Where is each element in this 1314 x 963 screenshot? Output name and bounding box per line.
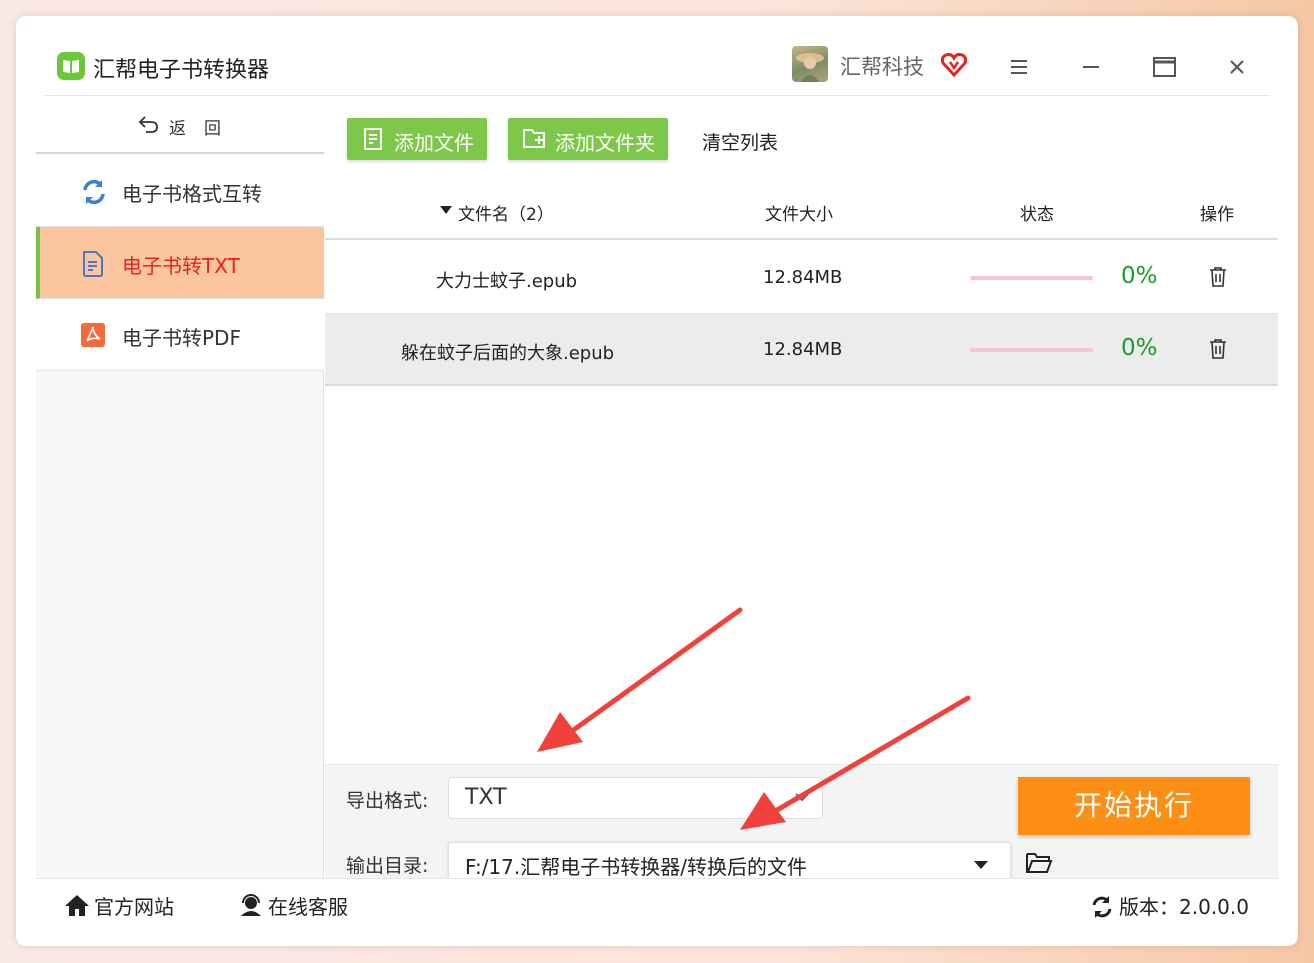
column-header-action: 操作 [1200, 205, 1234, 225]
sidebar: 返回 电子书格式互转 电子书转TXT 电子书转PDF [36, 96, 324, 878]
document-icon [83, 251, 103, 277]
sidebar-item-label: 电子书格式互转 [122, 182, 262, 206]
dropdown-caret-icon [974, 861, 988, 869]
title-bar: 汇帮电子书转换器 汇帮科技 [44, 16, 1270, 96]
progress-percent: 0% [1121, 263, 1158, 289]
file-name: 躲在蚊子后面的大象.epub [401, 343, 615, 364]
menu-icon[interactable] [1008, 56, 1032, 78]
close-icon[interactable] [1226, 56, 1250, 78]
maximize-icon[interactable] [1152, 56, 1176, 78]
main-panel: 添加文件 添加文件夹 清空列表 文件名（2） 文件大小 状态 操作 大力士蚊子.… [325, 96, 1278, 884]
update-refresh-icon[interactable] [1090, 895, 1114, 919]
back-button[interactable]: 返回 [36, 96, 324, 154]
user-avatar[interactable] [792, 46, 828, 82]
delete-icon[interactable] [1208, 266, 1228, 288]
folder-open-icon[interactable] [1025, 851, 1053, 875]
app-title: 汇帮电子书转换器 [93, 58, 270, 83]
sidebar-item-to-txt[interactable]: 电子书转TXT [36, 227, 324, 299]
delete-icon[interactable] [1208, 338, 1228, 360]
company-name: 汇帮科技 [840, 55, 924, 79]
add-file-button[interactable]: 添加文件 [347, 118, 487, 160]
minimize-icon[interactable] [1080, 56, 1104, 78]
output-settings: 导出格式: TXT 输出目录: F:/17.汇帮电子书转换器/转换后的文件 开始… [325, 764, 1278, 884]
add-folder-button[interactable]: 添加文件夹 [508, 118, 668, 160]
table-header: 文件名（2） 文件大小 状态 操作 [325, 194, 1278, 240]
progress-percent: 0% [1121, 335, 1158, 361]
format-value: TXT [465, 785, 507, 810]
progress-bar [970, 348, 1093, 352]
sidebar-item-to-pdf[interactable]: 电子书转PDF [36, 299, 324, 371]
sidebar-item-format-convert[interactable]: 电子书格式互转 [36, 155, 324, 227]
sort-down-icon[interactable] [440, 206, 452, 214]
file-size: 12.84MB [763, 267, 843, 288]
table-row[interactable]: 大力士蚊子.epub 12.84MB 0% [325, 242, 1278, 314]
add-folder-icon [523, 129, 545, 148]
pdf-icon [81, 323, 105, 347]
app-window: 汇帮电子书转换器 汇帮科技 返回 电子书格式互转 电子书转TXT 电子书转PDF… [16, 16, 1298, 946]
sidebar-item-label: 电子书转TXT [122, 254, 240, 278]
column-header-size: 文件大小 [765, 205, 833, 225]
sidebar-item-label: 电子书转PDF [122, 326, 241, 350]
chevron-down-icon [795, 793, 809, 802]
output-dir-label: 输出目录: [346, 855, 429, 877]
progress-bar [970, 276, 1093, 280]
start-button[interactable]: 开始执行 [1018, 777, 1250, 835]
table-row[interactable]: 躲在蚊子后面的大象.epub 12.84MB 0% [325, 314, 1278, 386]
home-icon [65, 895, 89, 916]
file-name: 大力士蚊子.epub [436, 271, 578, 292]
format-select[interactable]: TXT [448, 777, 823, 819]
clear-list-button[interactable]: 清空列表 [702, 128, 778, 155]
column-header-name[interactable]: 文件名（2） [458, 200, 554, 225]
support-headset-icon [241, 894, 261, 916]
vip-heart-icon[interactable] [940, 52, 968, 81]
version-label: 版本：2.0.0.0 [1119, 895, 1249, 919]
back-label: 返回 [169, 119, 239, 139]
column-header-status: 状态 [1020, 205, 1054, 225]
refresh-icon [83, 179, 105, 205]
add-file-icon [364, 128, 382, 150]
footer: 官方网站 在线客服 版本：2.0.0.0 [36, 878, 1278, 938]
output-dir-value: F:/17.汇帮电子书转换器/转换后的文件 [465, 855, 807, 879]
app-logo-icon [57, 52, 85, 80]
back-arrow-icon [138, 116, 158, 133]
file-size: 12.84MB [763, 339, 843, 360]
format-label: 导出格式: [346, 790, 429, 812]
